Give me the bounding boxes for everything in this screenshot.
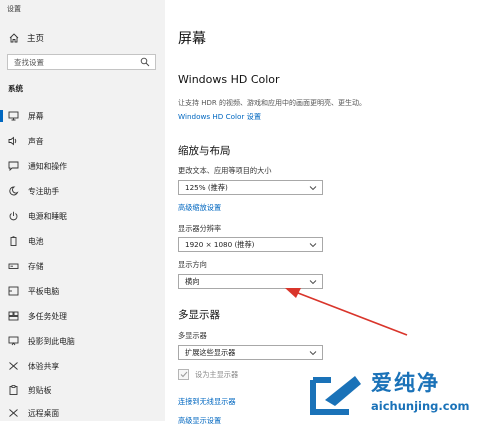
- remote-icon: [8, 408, 19, 419]
- sidebar-item-label: 声音: [28, 136, 44, 146]
- sidebar-home-label: 主页: [27, 34, 45, 44]
- watermark-logo: 爱纯净 aichunjing.com: [305, 364, 500, 421]
- sidebar-item-multitasking[interactable]: 多任务处理: [0, 306, 165, 326]
- share-icon: [8, 361, 19, 372]
- orientation-value: 横向: [185, 276, 200, 286]
- moon-icon: [8, 186, 19, 197]
- resolution-value: 1920 × 1080 (推荐): [185, 239, 255, 249]
- window-title: 设置: [7, 5, 21, 13]
- watermark-title: 爱纯净: [371, 371, 440, 395]
- home-icon: [8, 32, 20, 44]
- main-display-checkbox-row[interactable]: 设为主显示器: [178, 369, 238, 380]
- resolution-dropdown[interactable]: 1920 × 1080 (推荐): [178, 237, 323, 252]
- main-panel: 屏幕 Windows HD Color 让支持 HDR 的视频、游戏和应用中的画…: [165, 0, 500, 425]
- sidebar-item-sound[interactable]: 声音: [0, 131, 165, 151]
- projector-icon: [8, 336, 19, 347]
- sidebar: 设置 主页 查找设置 系统 屏幕 声音 通知和操作 专注助手 电源和睡眠 电池: [0, 0, 165, 421]
- sidebar-item-label: 电源和睡眠: [28, 211, 67, 221]
- sidebar-item-tablet[interactable]: 平板电脑: [0, 281, 165, 301]
- chevron-down-icon: [309, 184, 317, 193]
- text-size-value: 125% (推荐): [185, 182, 228, 192]
- wireless-display-link[interactable]: 连接到无线显示器: [178, 397, 236, 407]
- storage-icon: [8, 261, 19, 272]
- tablet-icon: [8, 286, 19, 297]
- page-title: 屏幕: [178, 31, 206, 47]
- advanced-display-link[interactable]: 高级显示设置: [178, 416, 221, 426]
- sidebar-item-storage[interactable]: 存储: [0, 256, 165, 276]
- text-size-label: 更改文本、应用等项目的大小: [178, 166, 272, 175]
- search-input[interactable]: 查找设置: [7, 54, 156, 70]
- power-icon: [8, 211, 19, 222]
- watermark-logo-mark: [310, 376, 361, 415]
- sidebar-item-label: 通知和操作: [28, 161, 67, 171]
- sidebar-item-label: 投影到此电脑: [28, 336, 75, 346]
- multi-display-dropdown[interactable]: 扩展这些显示器: [178, 345, 323, 360]
- clipboard-icon: [8, 385, 19, 396]
- sidebar-item-label: 屏幕: [28, 111, 44, 121]
- advanced-scaling-link[interactable]: 高级缩放设置: [178, 203, 221, 213]
- search-placeholder: 查找设置: [14, 57, 44, 67]
- chevron-down-icon: [309, 241, 317, 250]
- orientation-label: 显示方向: [178, 260, 207, 269]
- hd-color-title: Windows HD Color: [178, 73, 280, 86]
- sidebar-item-label: 剪贴板: [28, 385, 52, 395]
- watermark-url: aichunjing.com: [371, 399, 470, 413]
- monitor-icon: [8, 111, 19, 122]
- multitask-icon: [8, 311, 19, 322]
- sidebar-section-label: 系统: [8, 84, 23, 93]
- sidebar-item-label: 专注助手: [28, 186, 60, 196]
- multi-display-title: 多显示器: [178, 309, 220, 321]
- resolution-label: 显示器分辨率: [178, 224, 222, 233]
- sidebar-item-project[interactable]: 投影到此电脑: [0, 331, 165, 351]
- sidebar-item-label: 远程桌面: [28, 408, 60, 418]
- chevron-down-icon: [309, 349, 317, 358]
- sidebar-item-label: 多任务处理: [28, 311, 67, 321]
- battery-icon: [8, 236, 19, 247]
- sidebar-item-power[interactable]: 电源和睡眠: [0, 206, 165, 226]
- orientation-dropdown[interactable]: 横向: [178, 274, 323, 289]
- message-icon: [8, 161, 19, 172]
- sidebar-item-remote-desktop[interactable]: 远程桌面: [0, 403, 165, 423]
- sidebar-item-display[interactable]: 屏幕: [0, 106, 165, 126]
- multi-display-label: 多显示器: [178, 331, 207, 340]
- sidebar-item-label: 存储: [28, 261, 44, 271]
- sidebar-item-notifications[interactable]: 通知和操作: [0, 156, 165, 176]
- scale-layout-title: 缩放与布局: [178, 145, 231, 157]
- sidebar-item-focus-assist[interactable]: 专注助手: [0, 181, 165, 201]
- sidebar-item-label: 平板电脑: [28, 286, 60, 296]
- sidebar-item-clipboard[interactable]: 剪贴板: [0, 380, 165, 400]
- hd-color-settings-link[interactable]: Windows HD Color 设置: [178, 112, 261, 122]
- multi-display-value: 扩展这些显示器: [185, 347, 236, 357]
- speaker-icon: [8, 136, 19, 147]
- sidebar-item-shared[interactable]: 体验共享: [0, 356, 165, 376]
- sidebar-home[interactable]: 主页: [8, 31, 44, 45]
- hd-color-description: 让支持 HDR 的视频、游戏和应用中的画面更明亮、更生动。: [178, 99, 366, 107]
- sidebar-item-battery[interactable]: 电池: [0, 231, 165, 251]
- sidebar-item-label: 体验共享: [28, 361, 60, 371]
- main-display-checkbox-label: 设为主显示器: [195, 369, 239, 379]
- chevron-down-icon: [309, 278, 317, 287]
- search-icon[interactable]: [140, 57, 150, 69]
- sidebar-item-label: 电池: [28, 236, 44, 246]
- text-size-dropdown[interactable]: 125% (推荐): [178, 180, 323, 195]
- main-display-checkbox[interactable]: [178, 369, 189, 380]
